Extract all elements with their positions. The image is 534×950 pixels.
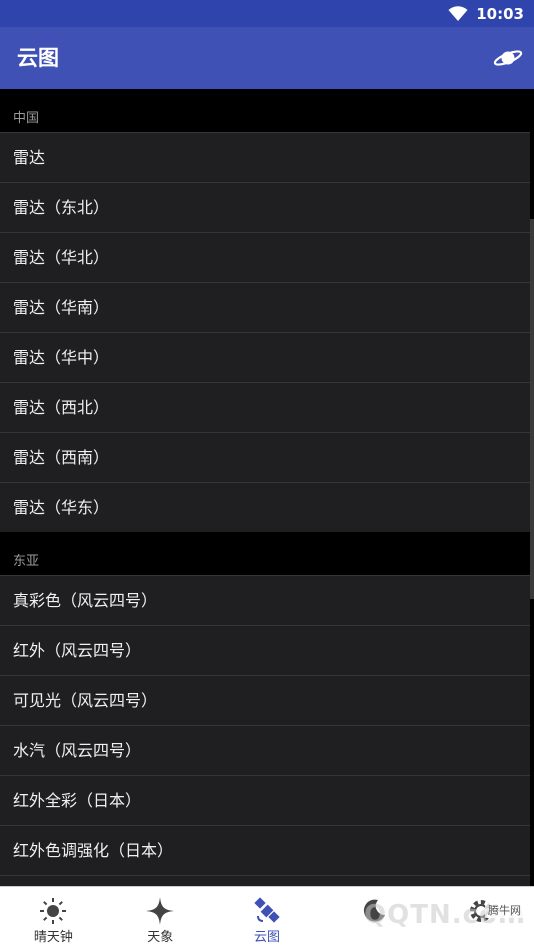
section-header: 东亚 [0,532,534,575]
section-header-label: 中国 [13,111,40,126]
list-item[interactable]: 雷达（华中） [0,332,530,382]
sun-icon [40,898,67,924]
section-east-asia: 东亚 真彩色（风云四号） 红外（风云四号） 可见光（风云四号） 水汽（风云四号）… [0,532,534,886]
page-title: 云图 [17,46,59,70]
watermark-tag: 腾牛网 [485,902,524,918]
scrollbar[interactable] [530,219,534,599]
nav-label: 云图 [253,930,280,945]
list-item[interactable]: 红外全彩（日本） [0,775,530,825]
list-item[interactable]: 雷达（西北） [0,382,530,432]
nav-item-sky[interactable]: 天象 [107,887,214,950]
list-item[interactable]: 雷达（西南） [0,432,530,482]
nav-label: 晴天钟 [33,930,73,945]
status-right: 10:03 [448,0,524,27]
nav-item-cloud[interactable]: 云图 [214,887,321,950]
list-item[interactable]: 真彩色（风云四号） [0,575,530,625]
status-bar: 10:03 [0,0,534,27]
list-item[interactable]: 雷达（华东） [0,482,530,532]
nav-item-clearsky[interactable]: 晴天钟 [0,887,107,950]
planet-icon [493,50,523,66]
list-item[interactable]: 雷达（东北） [0,182,530,232]
list-item[interactable]: 红外色调强化（日本） [0,825,530,875]
content-list[interactable]: 中国 雷达 雷达（东北） 雷达（华北） 雷达（华南） 雷达（华中） 雷达（西北）… [0,89,534,886]
section-china: 中国 雷达 雷达（东北） 雷达（华北） 雷达（华南） 雷达（华中） 雷达（西北）… [0,89,534,532]
wifi-icon [448,5,468,21]
nav-label: 天象 [147,930,174,945]
section-header-label: 东亚 [13,554,40,569]
section-header: 中国 [0,89,534,132]
status-time: 10:03 [476,4,524,23]
list-item[interactable]: 可见光（风云四号） [0,675,530,725]
list-item[interactable]: 红外（风云四号） [0,625,530,675]
list-item[interactable]: 水汽（风云四号） [0,725,530,775]
list-item[interactable]: 雷达（华北） [0,232,530,282]
list-item[interactable]: 雷达（华南） [0,282,530,332]
list-item[interactable]: 雷达 [0,132,530,182]
planet-button[interactable] [492,42,524,74]
list-item[interactable] [0,875,530,886]
app-bar: 云图 [0,27,534,89]
satellite-icon [254,897,280,923]
star-icon [146,897,175,925]
